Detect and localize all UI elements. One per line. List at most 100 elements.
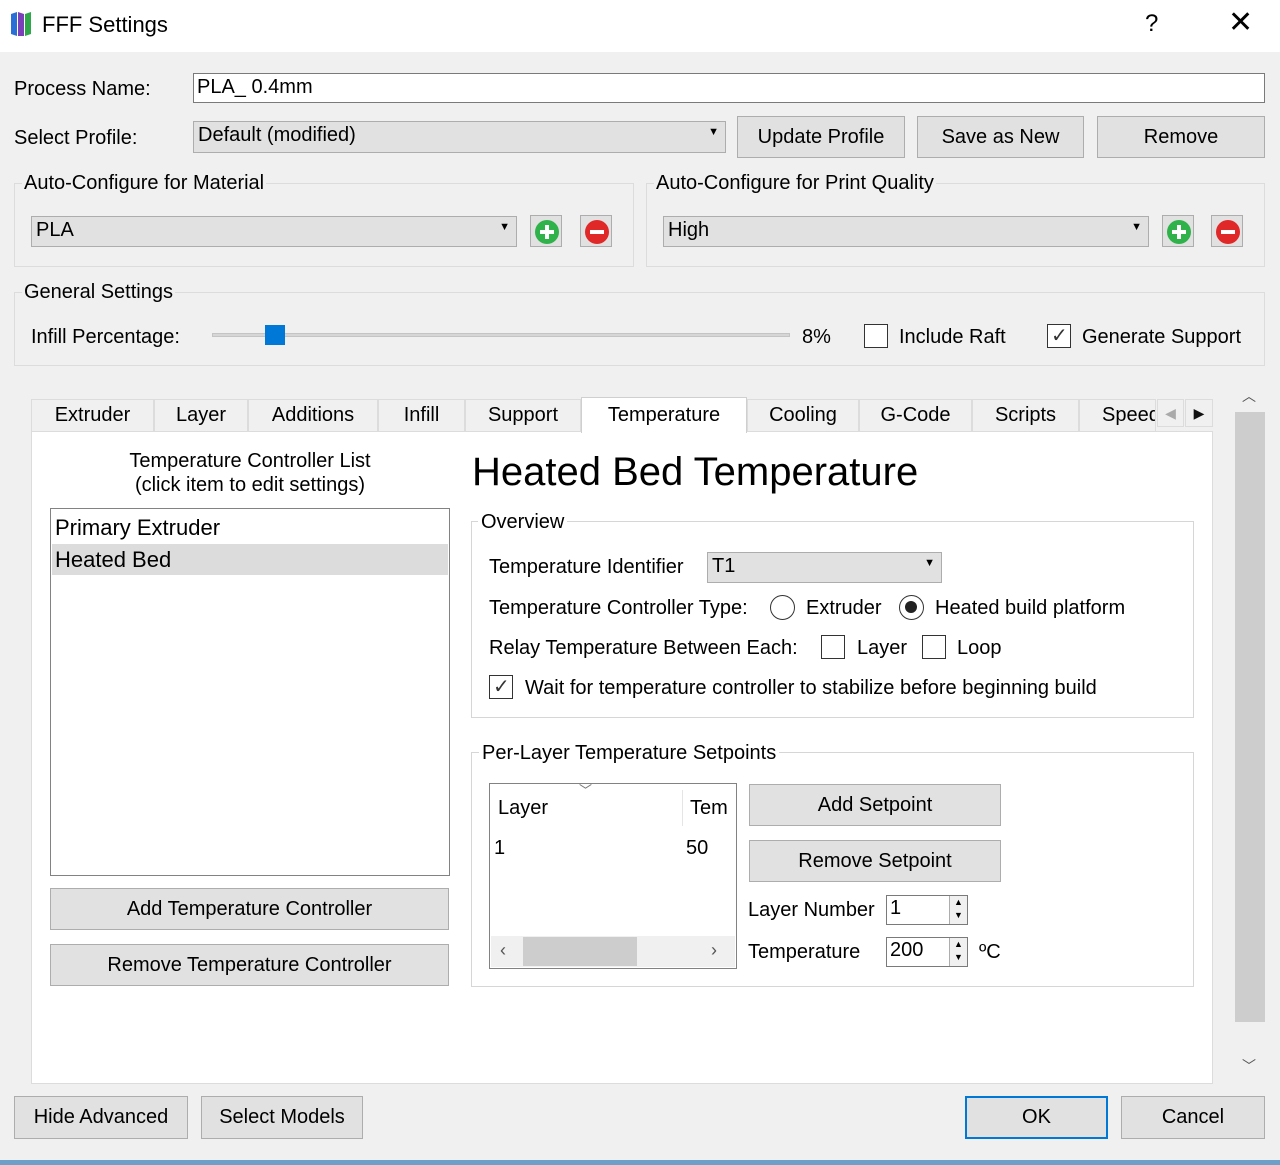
infill-slider-handle[interactable] (264, 325, 285, 345)
select-profile-label: Select Profile: (14, 127, 138, 149)
cancel-button[interactable]: Cancel (1121, 1096, 1265, 1139)
relay-loop-checkbox[interactable] (922, 635, 946, 659)
scroll-left-icon[interactable]: ‹ (500, 940, 506, 961)
title-bar (0, 0, 1280, 52)
remove-material-button[interactable] (580, 215, 612, 247)
wait-stabilize-label: Wait for temperature controller to stabi… (525, 677, 1097, 699)
radio-dot-icon (905, 601, 917, 613)
dropdown-arrow-icon: ▼ (924, 557, 935, 569)
window-title: FFF Settings (42, 12, 168, 37)
tab-scroll-left-icon[interactable]: ◀ (1157, 399, 1184, 427)
tab-extruder[interactable]: Extruder (31, 399, 154, 431)
wait-stabilize-checkbox[interactable]: ✓ (489, 675, 513, 699)
tab-scripts[interactable]: Scripts (972, 399, 1079, 431)
help-button[interactable]: ? (1145, 10, 1158, 38)
checkmark-icon: ✓ (1051, 325, 1068, 347)
temperature-unit: ºC (979, 941, 1001, 963)
setpoints-title: Per-Layer Temperature Setpoints (479, 742, 780, 765)
quality-group-title: Auto-Configure for Print Quality (654, 172, 936, 195)
remove-quality-button[interactable] (1211, 215, 1243, 247)
remove-setpoint-button[interactable]: Remove Setpoint (749, 840, 1001, 882)
infill-label: Infill Percentage: (31, 326, 180, 348)
include-raft-checkbox[interactable] (864, 324, 888, 348)
general-settings-title: General Settings (22, 281, 175, 304)
tab-scroll-right-icon[interactable]: ▶ (1185, 399, 1213, 427)
tab-speed[interactable]: Speed (1079, 399, 1156, 431)
setpoint-row-temp[interactable]: 50 (686, 837, 708, 860)
temperature-spinbox[interactable]: 200 ▲ ▼ (886, 937, 968, 967)
sort-chevron-icon: ﹀ (579, 783, 593, 798)
general-settings-group (14, 292, 1265, 366)
tab-infill[interactable]: Infill (378, 399, 465, 431)
quality-select-value: High (668, 219, 710, 241)
save-as-new-button[interactable]: Save as New (917, 116, 1084, 158)
overview-title: Overview (478, 511, 568, 534)
profile-select[interactable]: Default (modified) ▼ (193, 121, 726, 153)
tab-gcode[interactable]: G-Code (859, 399, 972, 431)
heated-platform-radio[interactable] (899, 595, 924, 620)
checkmark-icon: ✓ (493, 676, 510, 698)
setpoints-column-temp[interactable]: Tem (690, 797, 735, 820)
material-select-value: PLA (36, 219, 74, 241)
controller-item-heated-bed[interactable]: Heated Bed (52, 544, 448, 575)
add-quality-button[interactable] (1162, 215, 1194, 247)
tab-additions[interactable]: Additions (248, 399, 378, 431)
tab-layer[interactable]: Layer (154, 399, 248, 431)
process-name-input[interactable]: PLA_ 0.4mm (193, 73, 1265, 103)
dropdown-arrow-icon: ▼ (1131, 221, 1142, 233)
relay-layer-checkbox[interactable] (821, 635, 845, 659)
remove-profile-button[interactable]: Remove (1097, 116, 1265, 158)
ok-button[interactable]: OK (965, 1096, 1108, 1139)
temperature-label: Temperature (748, 941, 861, 963)
scroll-down-icon[interactable]: ﹀ (1242, 1056, 1256, 1076)
close-icon[interactable]: ✕ (1228, 8, 1253, 38)
layer-number-spinbox[interactable]: 1 ▲ ▼ (886, 895, 968, 925)
include-raft-label: Include Raft (899, 326, 1006, 348)
extruder-radio[interactable] (770, 595, 795, 620)
relay-loop-label: Loop (957, 637, 1002, 659)
controller-list-title: Temperature Controller List (129, 450, 371, 472)
controller-item-primary-extruder[interactable]: Primary Extruder (52, 512, 448, 543)
add-setpoint-button[interactable]: Add Setpoint (749, 784, 1001, 826)
spin-arrows-icon[interactable]: ▲ ▼ (949, 896, 967, 924)
tab-cooling[interactable]: Cooling (747, 399, 859, 431)
relay-layer-label: Layer (857, 637, 908, 659)
infill-slider-track[interactable] (212, 333, 790, 337)
controller-list-subtitle: (click item to edit settings) (134, 474, 366, 496)
relay-temperature-label: Relay Temperature Between Each: (489, 637, 798, 659)
scrollbar-thumb[interactable] (1235, 412, 1265, 1022)
column-divider (682, 790, 683, 826)
plus-icon (535, 220, 559, 244)
update-profile-button[interactable]: Update Profile (737, 116, 905, 158)
spin-arrows-icon[interactable]: ▲ ▼ (949, 938, 967, 966)
minus-icon (585, 220, 609, 244)
scroll-right-icon[interactable]: › (711, 940, 717, 961)
generate-support-checkbox[interactable]: ✓ (1047, 324, 1071, 348)
dropdown-arrow-icon: ▼ (708, 126, 719, 138)
setpoints-column-layer[interactable]: Layer (498, 797, 548, 820)
select-models-button[interactable]: Select Models (201, 1096, 363, 1139)
setpoint-row-layer[interactable]: 1 (494, 837, 505, 860)
material-group-title: Auto-Configure for Material (22, 172, 267, 195)
extruder-radio-label: Extruder (806, 597, 882, 619)
add-temperature-controller-button[interactable]: Add Temperature Controller (50, 888, 449, 930)
add-material-button[interactable] (530, 215, 562, 247)
tab-temperature[interactable]: Temperature (581, 397, 747, 433)
plus-icon (1167, 220, 1191, 244)
controller-type-label: Temperature Controller Type: (489, 597, 748, 619)
temperature-identifier-value: T1 (712, 555, 736, 577)
detail-heading: Heated Bed Temperature (472, 450, 919, 494)
quality-select[interactable]: High ▼ (663, 216, 1149, 247)
layer-number-value: 1 (890, 897, 902, 919)
horizontal-scrollbar-thumb[interactable] (523, 937, 637, 966)
remove-temperature-controller-button[interactable]: Remove Temperature Controller (50, 944, 449, 986)
tab-support[interactable]: Support (465, 399, 581, 431)
minus-icon (1216, 220, 1240, 244)
scroll-up-icon[interactable]: ︿ (1242, 386, 1256, 406)
hide-advanced-button[interactable]: Hide Advanced (14, 1096, 188, 1139)
heated-platform-radio-label: Heated build platform (935, 597, 1126, 619)
generate-support-label: Generate Support (1082, 326, 1241, 348)
material-select[interactable]: PLA ▼ (31, 216, 517, 247)
temperature-identifier-label: Temperature Identifier (489, 556, 684, 578)
temperature-identifier-select[interactable]: T1 ▼ (707, 552, 942, 583)
